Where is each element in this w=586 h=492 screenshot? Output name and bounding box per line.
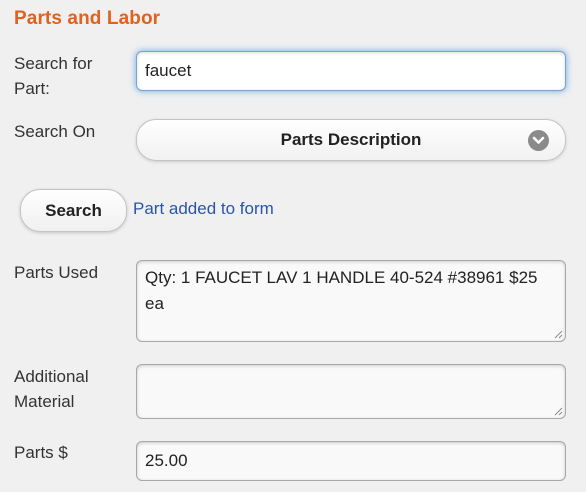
search-part-label: Search for Part: (14, 54, 93, 98)
section-title: Parts and Labor (14, 8, 161, 29)
search-on-selected-value: Parts Description (280, 130, 422, 149)
resize-grip-icon[interactable] (554, 330, 563, 339)
additional-material-textarea[interactable] (136, 364, 566, 419)
resize-grip-icon[interactable] (554, 407, 563, 416)
parts-used-label: Parts Used (14, 263, 99, 282)
search-on-label: Search On (14, 122, 96, 141)
parts-used-textarea[interactable]: Qty: 1 FAUCET LAV 1 HANDLE 40-524 #38961… (136, 260, 566, 342)
search-part-input[interactable] (136, 51, 566, 91)
chevron-down-icon (528, 130, 549, 151)
parts-cost-label: Parts $ (14, 443, 68, 462)
additional-material-label: Additional Material (14, 367, 89, 411)
parts-cost-input[interactable] (136, 441, 566, 481)
status-message: Part added to form (133, 199, 274, 218)
parts-and-labor-form: Parts and Labor Search for Part: Search … (0, 0, 586, 492)
search-on-select[interactable]: Parts Description (136, 119, 566, 161)
search-button[interactable]: Search (20, 189, 127, 232)
